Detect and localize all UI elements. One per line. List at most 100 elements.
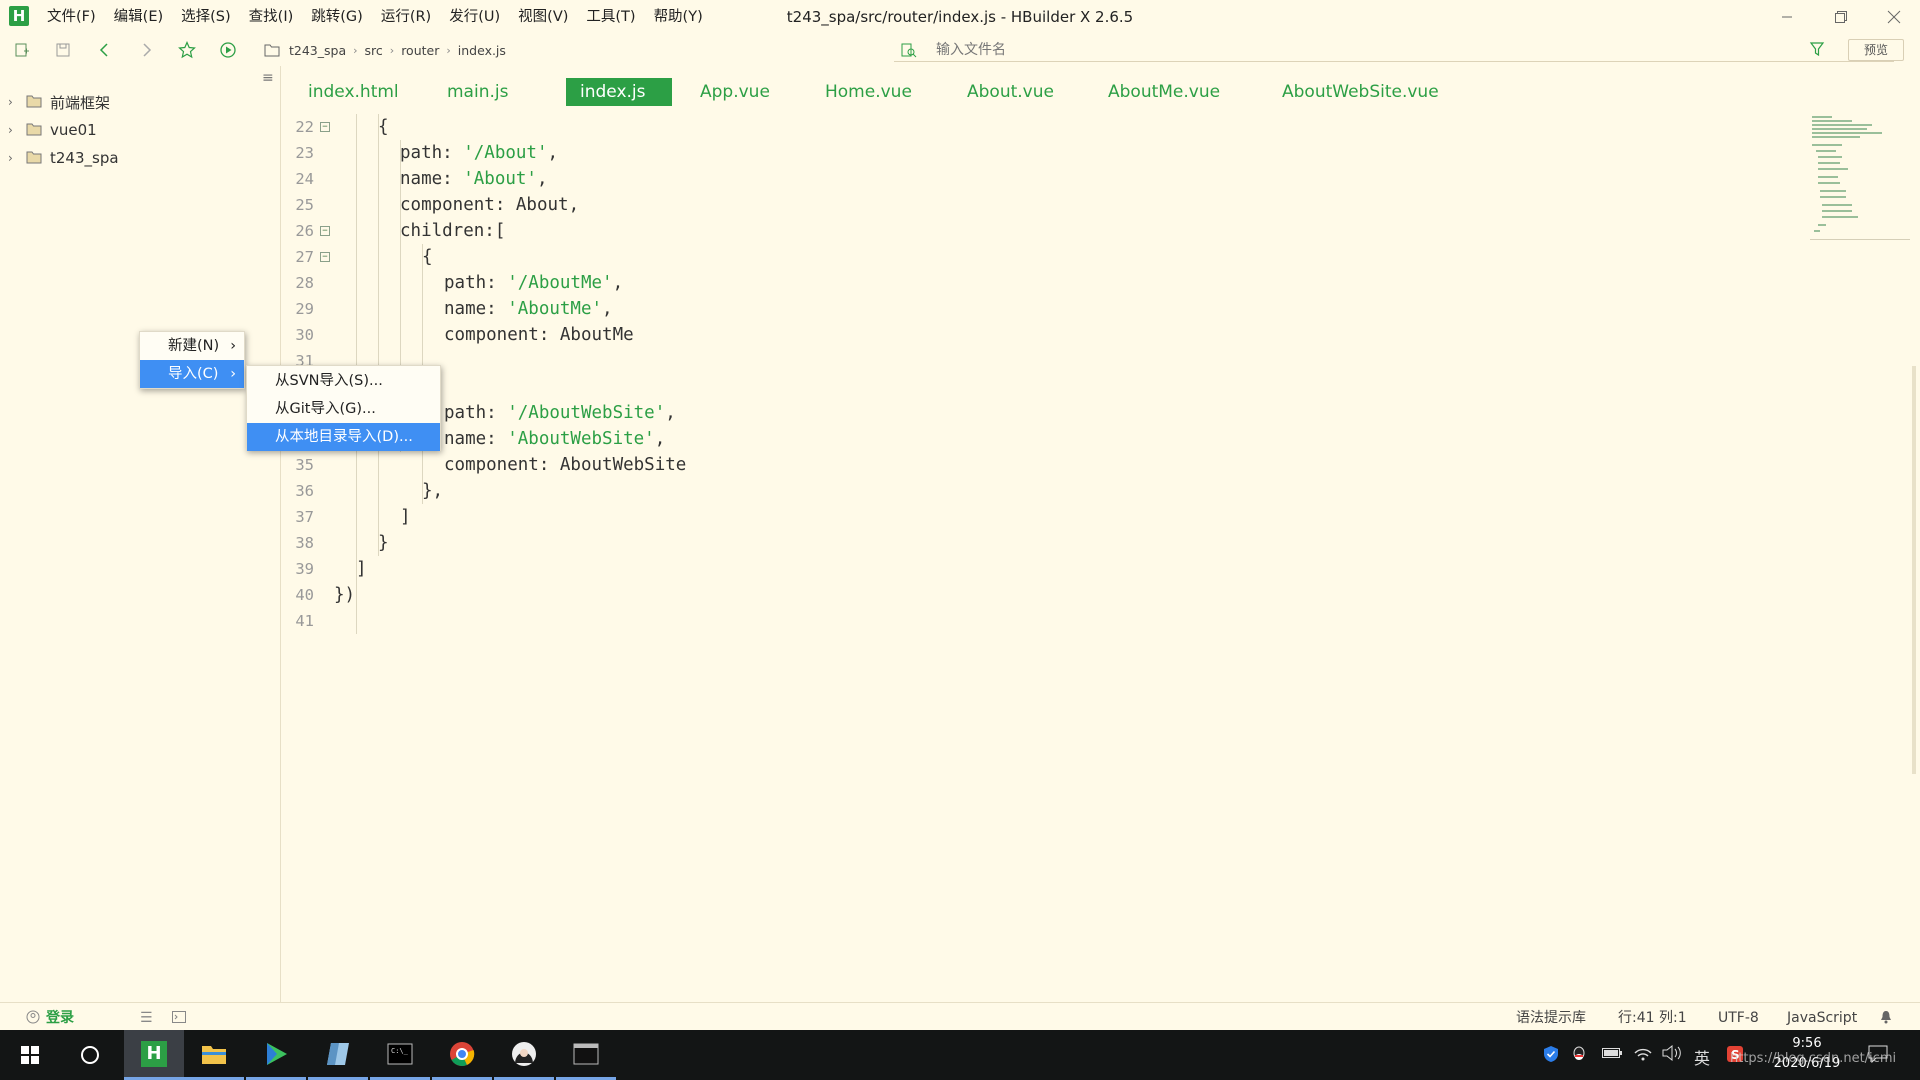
save-icon[interactable] (51, 38, 75, 62)
wifi-icon[interactable] (1634, 1045, 1652, 1065)
line-number: 24 (295, 170, 314, 188)
user-icon (26, 1003, 40, 1033)
hamburger-icon[interactable]: ≡ (262, 70, 274, 86)
volume-icon[interactable] (1662, 1044, 1682, 1065)
media-player-icon[interactable] (246, 1030, 306, 1080)
menu-file[interactable]: 文件(F) (38, 0, 105, 34)
menu-goto[interactable]: 跳转(G) (302, 0, 372, 34)
minimap[interactable] (1810, 114, 1910, 240)
search-circle-icon[interactable] (60, 1030, 120, 1080)
code-text: name: 'AboutMe', (444, 299, 613, 319)
battery-icon[interactable] (1602, 1045, 1622, 1063)
fold-icon[interactable]: − (320, 122, 330, 132)
menu-item-import-git[interactable]: 从Git导入(G)... (247, 395, 440, 423)
encoding-button[interactable]: UTF-8 (1718, 1003, 1759, 1033)
tab-app-vue[interactable]: App.vue (686, 78, 784, 106)
windows-start-icon[interactable] (0, 1030, 60, 1080)
language-mode-button[interactable]: JavaScript (1787, 1003, 1857, 1033)
menu-publish[interactable]: 发行(U) (440, 0, 509, 34)
chrome-icon[interactable] (432, 1030, 492, 1080)
editor-app-icon[interactable] (308, 1030, 368, 1080)
close-icon[interactable] (1871, 0, 1917, 34)
bell-icon[interactable] (1880, 1003, 1892, 1033)
restore-icon[interactable] (1818, 0, 1864, 34)
code-text: { (422, 247, 433, 267)
menu-view[interactable]: 视图(V) (509, 0, 577, 34)
breadcrumb-item[interactable]: index.js (455, 43, 509, 58)
code-editor[interactable]: 22−{ 23 path: '/About', 24 name: 'About', … (282, 114, 1810, 1002)
preview-button[interactable]: 预览 (1848, 39, 1904, 61)
security-shield-icon[interactable] (1543, 1045, 1559, 1067)
tab-aboutwebsite-vue[interactable]: AboutWebSite.vue (1268, 78, 1453, 106)
cursor-position[interactable]: 行:41 列:1 (1618, 1003, 1687, 1033)
code-line: 30 component: AboutMe (282, 322, 1810, 348)
star-icon[interactable] (175, 38, 199, 62)
code-text: name: 'About', (400, 169, 548, 189)
line-number: 30 (295, 326, 314, 344)
folder-icon (260, 38, 284, 62)
code-line: 34name: 'AboutWebSite', (282, 426, 1810, 452)
new-file-icon[interactable] (10, 38, 34, 62)
tab-aboutme-vue[interactable]: AboutMe.vue (1094, 78, 1234, 106)
context-menu: 新建(N) › 导入(C) › (139, 331, 245, 389)
code-text: component: AboutWebSite (444, 455, 687, 475)
menu-item-import-local[interactable]: 从本地目录导入(D)... (247, 423, 440, 451)
code-line: 22− { (282, 114, 1810, 140)
back-icon[interactable] (93, 38, 117, 62)
ime-indicator[interactable]: 英 (1694, 1045, 1710, 1069)
syntax-hint-button[interactable]: 语法提示库 (1516, 1003, 1586, 1033)
toolbar: t243_spa › src › router › index.js 预览 (0, 34, 1920, 66)
qq-icon[interactable] (1572, 1045, 1586, 1067)
code-line: 29 name: 'AboutMe', (282, 296, 1810, 322)
breadcrumb-item[interactable]: src (362, 43, 386, 58)
line-number: 25 (295, 196, 314, 214)
login-link[interactable]: 登录 (46, 1003, 74, 1033)
tab-about-vue[interactable]: About.vue (953, 78, 1068, 106)
tab-home-vue[interactable]: Home.vue (811, 78, 926, 106)
filter-icon[interactable] (1809, 41, 1825, 61)
code-line: 33path: '/AboutWebSite', (282, 400, 1810, 426)
avatar-app-icon[interactable] (494, 1030, 554, 1080)
tab-main-js[interactable]: main.js (433, 78, 522, 106)
menu-item-import[interactable]: 导入(C) › (140, 360, 244, 388)
minimize-icon[interactable] (1764, 0, 1810, 34)
tree-item-frontend-framework[interactable]: › 前端框架 (0, 88, 281, 116)
project-explorer: ≡ › 前端框架 › vue01 › t243_spa (0, 66, 281, 1002)
menu-select[interactable]: 选择(S) (172, 0, 240, 34)
list-icon[interactable]: ☰ (140, 1003, 153, 1033)
breadcrumb-item[interactable]: router (398, 43, 442, 58)
file-search-input[interactable] (936, 38, 1736, 62)
menu-item-new[interactable]: 新建(N) › (140, 332, 244, 360)
vertical-scrollbar[interactable] (1912, 366, 1916, 774)
fold-icon[interactable]: − (320, 226, 330, 236)
hbuilder-taskbar-icon[interactable]: H (124, 1030, 184, 1080)
tree-item-vue01[interactable]: › vue01 (0, 116, 281, 144)
file-search-icon (900, 42, 918, 62)
windows-taskbar: H C:\_ 英 S 9:56 2020/6/19 (0, 1030, 1920, 1080)
code-line: 23 path: '/About', (282, 140, 1810, 166)
code-text: component: AboutMe (444, 325, 634, 345)
menu-find[interactable]: 查找(I) (240, 0, 303, 34)
command-prompt-icon[interactable]: C:\_ (370, 1030, 430, 1080)
tab-index-js[interactable]: index.js (566, 78, 672, 106)
terminal-app-icon[interactable] (556, 1030, 616, 1080)
forward-icon[interactable] (134, 38, 158, 62)
menu-edit[interactable]: 编辑(E) (105, 0, 172, 34)
terminal-icon[interactable] (172, 1003, 186, 1033)
menu-item-import-svn[interactable]: 从SVN导入(S)... (247, 367, 440, 395)
folder-icon (26, 123, 42, 136)
code-line: 36}, (282, 478, 1810, 504)
menu-help[interactable]: 帮助(Y) (645, 0, 712, 34)
menu-tools[interactable]: 工具(T) (577, 0, 644, 34)
code-text: component: About, (400, 195, 580, 215)
line-number: 39 (295, 560, 314, 578)
tab-index-html[interactable]: index.html (294, 78, 413, 106)
menu-run[interactable]: 运行(R) (372, 0, 440, 34)
run-icon[interactable] (216, 38, 240, 62)
fold-icon[interactable]: − (320, 252, 330, 262)
import-submenu: 从SVN导入(S)... 从Git导入(G)... 从本地目录导入(D)... (246, 365, 441, 451)
file-explorer-icon[interactable] (184, 1030, 244, 1080)
tree-item-label: vue01 (50, 121, 97, 139)
tree-item-t243-spa[interactable]: › t243_spa (0, 144, 281, 172)
breadcrumb-item[interactable]: t243_spa (286, 43, 349, 58)
